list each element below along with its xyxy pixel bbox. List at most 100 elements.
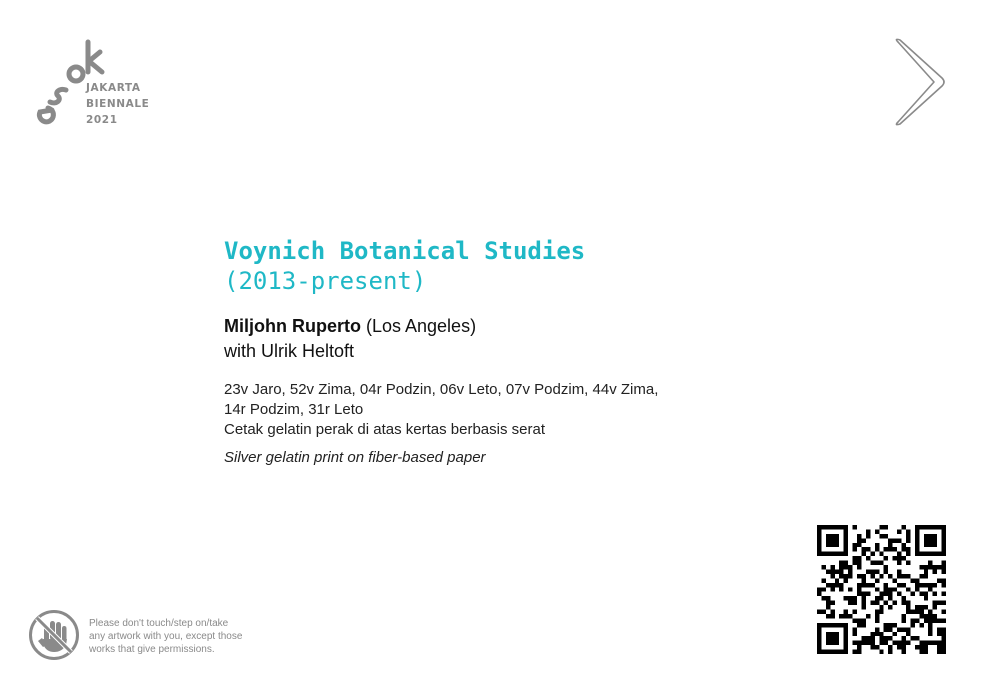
qr-module [883, 591, 889, 597]
qr-module [817, 533, 822, 539]
qr-module [937, 565, 942, 570]
qr-module [817, 538, 822, 543]
qr-module [857, 640, 862, 646]
qr-module [928, 538, 933, 543]
qr-module [919, 613, 924, 619]
qr-module [817, 525, 822, 530]
qr-module [834, 636, 840, 641]
qr-module [928, 542, 933, 548]
qr-module [914, 645, 920, 650]
qr-module [817, 609, 822, 614]
qr-module [901, 627, 906, 632]
qr-module [870, 631, 875, 637]
qr-module [905, 551, 911, 557]
qr-module [923, 538, 929, 543]
qr-module [874, 542, 880, 548]
qr-module [825, 525, 831, 530]
qr-module [901, 640, 906, 646]
no-touch-hand-icon [29, 610, 79, 660]
qr-module [857, 649, 862, 654]
qr-module [883, 565, 889, 570]
qr-module [901, 547, 906, 552]
qr-module [817, 631, 822, 637]
qr-code[interactable] [817, 525, 946, 654]
qr-module [910, 618, 915, 623]
qr-module [879, 533, 884, 539]
qr-module [914, 525, 920, 530]
qr-module [901, 613, 906, 619]
qr-module [874, 569, 880, 574]
qr-module [830, 613, 835, 619]
qr-module [874, 609, 880, 614]
qr-module [897, 627, 902, 632]
qr-module [923, 645, 929, 650]
next-button[interactable] [890, 36, 950, 128]
qr-module [923, 565, 929, 570]
qr-module [825, 631, 831, 637]
medium-english: Silver gelatin print on fiber-based pape… [224, 449, 486, 466]
qr-module [905, 631, 911, 637]
qr-module [848, 573, 853, 579]
qr-module [870, 645, 875, 650]
qr-module [928, 613, 933, 619]
qr-module [879, 560, 884, 566]
qr-module [830, 573, 835, 579]
qr-module [834, 551, 840, 557]
qr-module [932, 551, 938, 557]
qr-module [905, 529, 911, 534]
qr-module [821, 525, 826, 530]
qr-module [892, 547, 898, 552]
qr-module [839, 569, 844, 574]
qr-module [923, 605, 929, 610]
qr-module [843, 525, 849, 530]
qr-module [857, 622, 862, 628]
qr-module [888, 605, 893, 610]
qr-module [817, 591, 822, 597]
qr-module [821, 649, 826, 654]
qr-module [897, 551, 902, 557]
qr-module [830, 538, 835, 543]
qr-module [883, 556, 889, 561]
qr-module [857, 565, 862, 570]
qr-module [857, 560, 862, 566]
qr-module [883, 627, 889, 632]
qr-module [888, 649, 893, 654]
qr-module [892, 556, 898, 561]
qr-module [901, 556, 906, 561]
qr-module [892, 622, 898, 628]
qr-module [897, 573, 902, 579]
qr-module [857, 645, 862, 650]
qr-module [941, 569, 946, 574]
qr-module [830, 525, 835, 530]
qr-module [830, 551, 835, 557]
qr-module [901, 600, 906, 606]
artwork-label: Voynich Botanical Studies (2013-present)… [224, 236, 744, 468]
qr-module [848, 569, 853, 574]
qr-module [821, 587, 826, 592]
qr-module [817, 645, 822, 650]
qr-module [901, 618, 906, 623]
qr-module [883, 622, 889, 628]
qr-module [910, 622, 915, 628]
qr-module [852, 547, 858, 552]
qr-module [874, 618, 880, 623]
logo-line-year: 2021 [86, 114, 118, 126]
qr-module [941, 533, 946, 539]
qr-module [888, 538, 893, 543]
qr-module [928, 565, 933, 570]
qr-module [928, 618, 933, 623]
qr-module [928, 640, 933, 646]
qr-module [817, 622, 822, 628]
qr-module [839, 565, 844, 570]
qr-module [874, 631, 880, 637]
qr-module [905, 605, 911, 610]
qr-module [897, 560, 902, 566]
qr-module [901, 573, 906, 579]
qr-module [905, 609, 911, 614]
qr-module [919, 622, 924, 628]
qr-module [825, 542, 831, 548]
qr-module [852, 525, 858, 530]
qr-module [897, 538, 902, 543]
qr-module [941, 547, 946, 552]
qr-module [843, 613, 849, 619]
